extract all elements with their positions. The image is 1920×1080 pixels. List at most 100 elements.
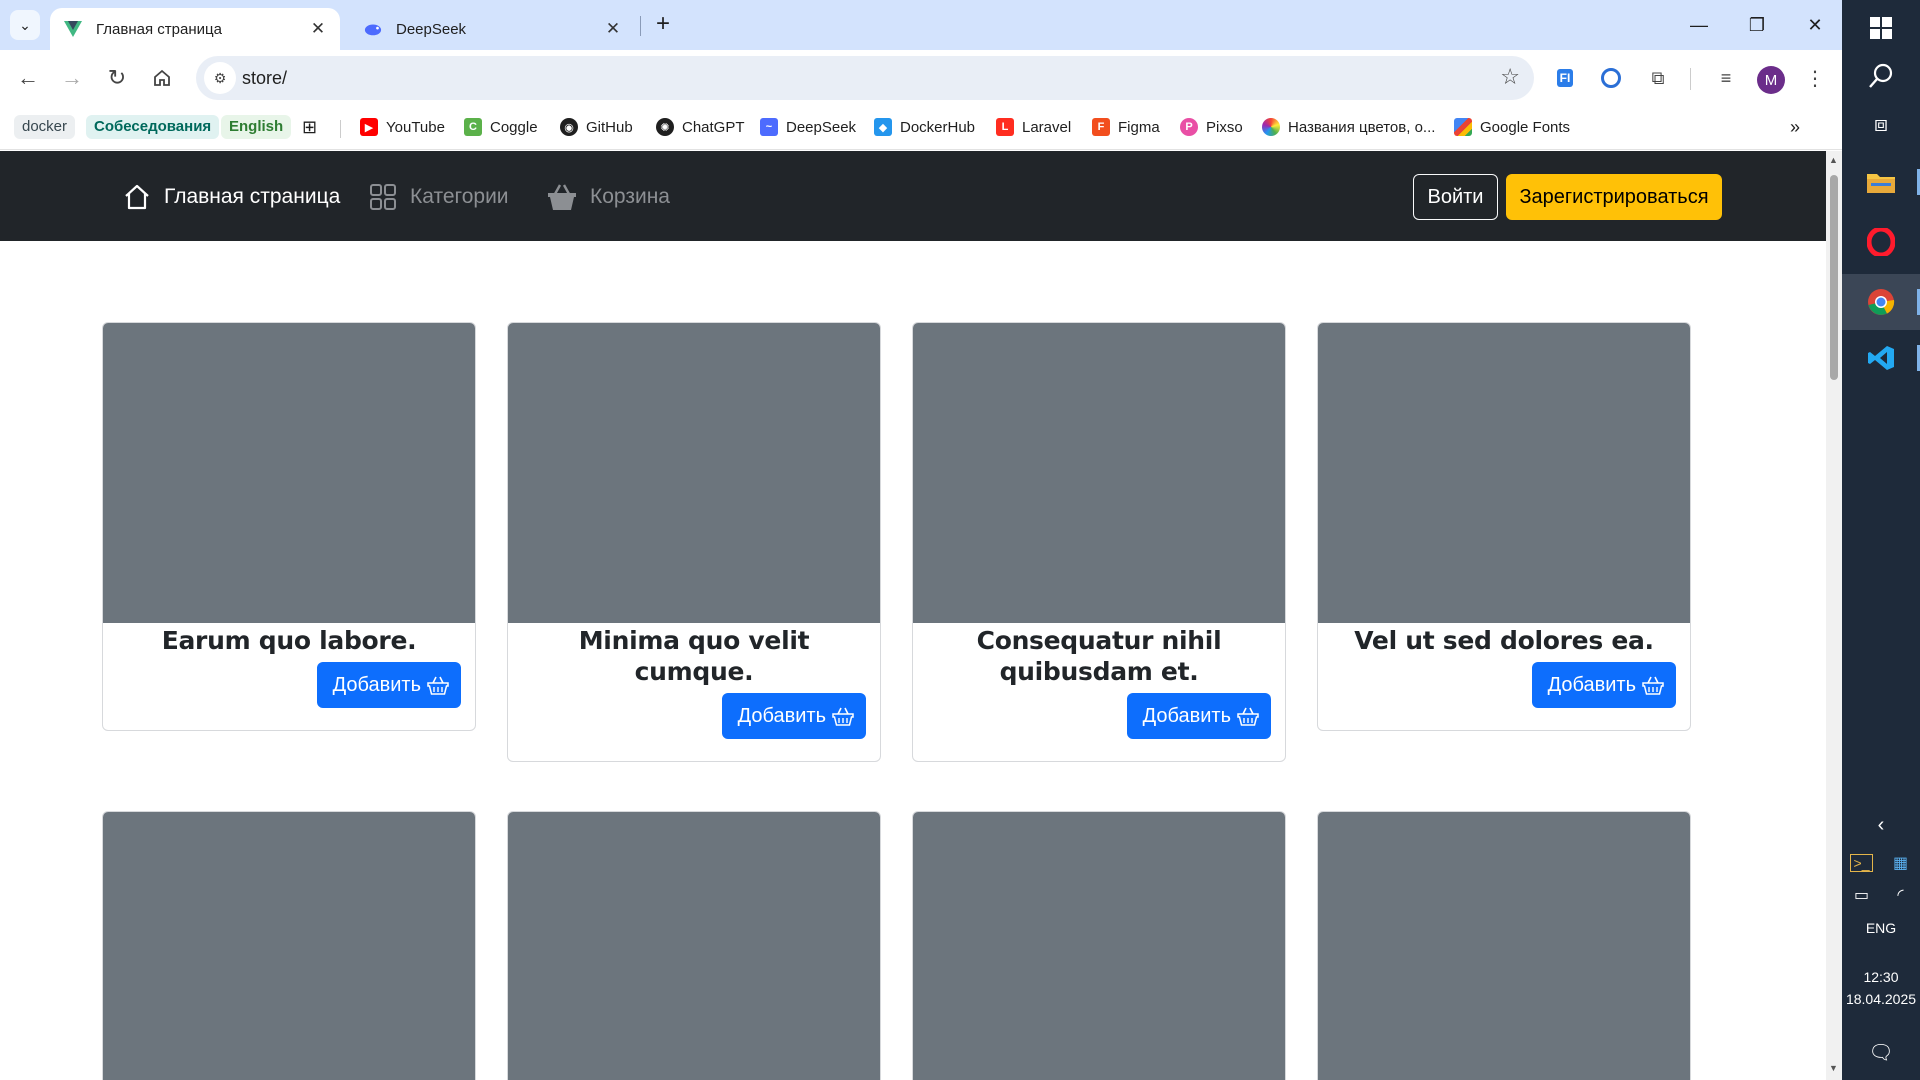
bookmark-laravel[interactable]: L Laravel: [996, 114, 1071, 140]
basket-icon: [832, 707, 854, 726]
bookmarks-bar: docker Собеседования English ⊞ ▶ YouTube…: [0, 106, 1842, 150]
vscode-icon[interactable]: [1842, 330, 1920, 386]
login-button[interactable]: Войти: [1413, 174, 1498, 220]
tab-divider: [640, 16, 641, 36]
nav-home-label: Главная страница: [164, 185, 341, 208]
windows-taskbar: ⧈ ‹ >_ ▦ ▭ ◜ ENG 12:30 18.04.2025 🗨: [1842, 0, 1920, 1080]
github-icon: ◉: [560, 118, 578, 136]
deepseek-icon: [364, 20, 382, 38]
product-card: Vel ut sed dolores ea. Добавить: [1317, 322, 1691, 731]
nav-cart[interactable]: Корзина: [546, 179, 670, 215]
address-bar[interactable]: ⚙ store/ ☆: [196, 56, 1534, 100]
bookmark-youtube[interactable]: ▶ YouTube: [360, 114, 445, 140]
tab-search-chevron-icon[interactable]: ⌄: [10, 10, 40, 40]
add-to-cart-button[interactable]: Добавить: [1126, 693, 1271, 739]
bookmark-github[interactable]: ◉ GitHub: [560, 114, 633, 140]
bookmarks-divider: [340, 120, 341, 138]
browser-toolbar: ← → ↻ ⚙ store/ ☆ FI ⧉ ≡ ⋮: [0, 50, 1842, 106]
pixso-icon: P: [1180, 118, 1198, 136]
basket-icon: [1237, 707, 1259, 726]
product-card: [507, 811, 881, 1080]
basket-icon: [427, 676, 449, 695]
extensions-puzzle-icon[interactable]: ⧉: [1643, 63, 1673, 93]
clock-time[interactable]: 12:30: [1842, 969, 1920, 985]
bookmark-chip-english[interactable]: English: [221, 115, 292, 139]
site-settings-icon[interactable]: ⚙: [204, 62, 236, 94]
more-bookmarks-icon[interactable]: »: [1790, 114, 1800, 140]
basket-icon: [548, 184, 576, 210]
vue-icon: [64, 20, 82, 38]
close-tab-icon[interactable]: ✕: [306, 19, 330, 39]
bookmark-google-fonts[interactable]: Google Fonts: [1454, 114, 1570, 140]
language-indicator[interactable]: ENG: [1842, 920, 1920, 936]
more-menu-icon[interactable]: ⋮: [1800, 63, 1830, 93]
coggle-icon: C: [464, 118, 482, 136]
add-to-cart-button[interactable]: Добавить: [316, 662, 461, 708]
register-button[interactable]: Зарегистрироваться: [1506, 174, 1722, 220]
task-view-icon[interactable]: ⧈: [1842, 96, 1920, 152]
product-card: [1317, 811, 1691, 1080]
clock-date[interactable]: 18.04.2025: [1842, 991, 1920, 1007]
product-title: Consequatur nihil quibusdam et.: [976, 626, 1222, 686]
opera-icon[interactable]: [1842, 214, 1920, 270]
bookmark-deepseek[interactable]: ~ DeepSeek: [760, 114, 856, 140]
bookmark-chatgpt[interactable]: ✺ ChatGPT: [656, 114, 745, 140]
back-icon[interactable]: ←: [12, 62, 44, 94]
nav-categories-label: Категории: [410, 185, 509, 208]
product-image-placeholder: [508, 323, 880, 623]
grid-icon: [370, 184, 396, 210]
chrome-icon[interactable]: [1842, 274, 1920, 330]
deepseek-icon: ~: [760, 118, 778, 136]
bookmark-figma[interactable]: F Figma: [1092, 114, 1160, 140]
bookmark-dockerhub[interactable]: ◆ DockerHub: [874, 114, 975, 140]
add-button-label: Добавить: [1142, 704, 1231, 727]
youtube-icon: ▶: [360, 118, 378, 136]
product-card: Earum quo labore. Добавить: [102, 322, 476, 731]
tab-title: Главная страница: [96, 20, 222, 38]
add-to-cart-button[interactable]: Добавить: [721, 693, 866, 739]
forward-icon[interactable]: →: [56, 62, 88, 94]
product-image-placeholder: [508, 812, 880, 1080]
bookmark-pixso[interactable]: P Pixso: [1180, 114, 1243, 140]
home-icon[interactable]: [146, 62, 178, 94]
figma-icon: F: [1092, 118, 1110, 136]
notification-icon[interactable]: 🗨: [1842, 1024, 1920, 1080]
add-button-label: Добавить: [332, 673, 421, 696]
bookmark-coggle[interactable]: C Coggle: [464, 114, 538, 140]
add-to-cart-button[interactable]: Добавить: [1531, 662, 1676, 708]
battery-icon[interactable]: ▭: [1842, 880, 1881, 910]
terminal-icon[interactable]: >_: [1842, 848, 1881, 878]
tab-deepseek[interactable]: DeepSeek ✕: [350, 8, 635, 50]
nav-cart-label: Корзина: [590, 185, 670, 208]
bookmark-chip-interviews[interactable]: Собеседования: [86, 115, 220, 139]
nav-home[interactable]: Главная страница: [122, 179, 340, 215]
product-card: [102, 811, 476, 1080]
site-navbar: Главная страница Категории Корзина Войти…: [0, 151, 1826, 241]
scrollbar-thumb[interactable]: [1830, 175, 1838, 380]
minimize-icon[interactable]: —: [1670, 0, 1728, 50]
scroll-down-arrow-icon[interactable]: ▼: [1829, 1063, 1838, 1073]
tab-home[interactable]: Главная страница ✕: [50, 8, 340, 50]
file-explorer-icon[interactable]: [1842, 154, 1920, 210]
product-image-placeholder: [1318, 323, 1690, 623]
nav-categories[interactable]: Категории: [368, 179, 509, 215]
extension-fi-icon[interactable]: FI: [1550, 63, 1580, 93]
new-tab-icon[interactable]: +: [648, 10, 678, 40]
page-scrollbar[interactable]: ▲ ▼: [1826, 151, 1842, 1080]
bookmark-chip-docker[interactable]: docker: [14, 115, 76, 139]
apps-grid-icon[interactable]: ⊞: [302, 114, 317, 140]
close-tab-icon[interactable]: ✕: [601, 19, 625, 39]
bookmark-star-icon[interactable]: ☆: [1500, 64, 1520, 90]
reload-icon[interactable]: ↻: [101, 62, 133, 94]
extension-circle-icon[interactable]: [1596, 63, 1626, 93]
toolbar-divider: [1690, 68, 1691, 90]
profile-avatar[interactable]: M: [1757, 66, 1785, 94]
media-control-icon[interactable]: ≡: [1711, 63, 1741, 93]
restore-icon[interactable]: ❐: [1728, 0, 1786, 50]
scroll-up-arrow-icon[interactable]: ▲: [1829, 155, 1838, 165]
calculator-icon[interactable]: ▦: [1881, 848, 1920, 878]
wifi-icon[interactable]: ◜: [1881, 880, 1920, 910]
bookmark-color-names[interactable]: Названия цветов, о...: [1262, 114, 1435, 140]
chevron-left-icon[interactable]: ‹: [1842, 805, 1920, 845]
close-window-icon[interactable]: ✕: [1786, 0, 1844, 50]
